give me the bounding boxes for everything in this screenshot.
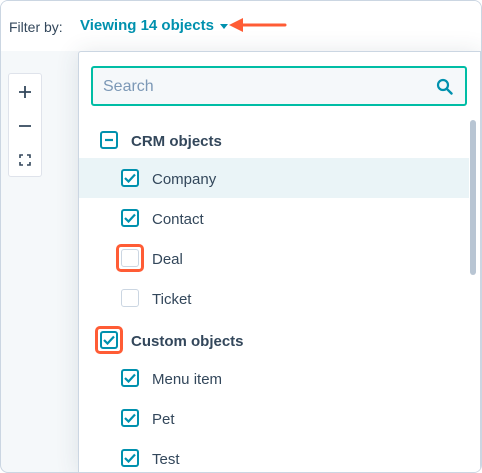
deal-checkbox[interactable] bbox=[121, 249, 139, 267]
minus-icon bbox=[19, 125, 31, 127]
list-item-deal[interactable]: Deal bbox=[79, 238, 469, 278]
filter-label: Filter by: bbox=[9, 19, 63, 35]
search-box bbox=[91, 66, 467, 106]
group-row-crm-objects[interactable]: CRM objects bbox=[79, 120, 469, 160]
group-label: CRM objects bbox=[131, 133, 222, 150]
list-item-label: Pet bbox=[152, 411, 175, 428]
list-item-company[interactable]: Company bbox=[79, 158, 469, 198]
list-item-label: Test bbox=[152, 451, 180, 468]
search-icon[interactable] bbox=[436, 78, 453, 95]
checkmark-icon bbox=[124, 453, 136, 463]
list-item-ticket[interactable]: Ticket bbox=[79, 278, 469, 318]
filter-objects-toggle[interactable]: Viewing 14 objects bbox=[80, 17, 228, 34]
list-item-label: Company bbox=[152, 171, 217, 188]
zoom-in-button[interactable] bbox=[9, 76, 41, 108]
checkmark-icon bbox=[124, 213, 136, 223]
fit-to-screen-button[interactable] bbox=[9, 144, 41, 176]
crm-objects-checkbox[interactable] bbox=[100, 131, 118, 149]
scrollbar-thumb[interactable] bbox=[470, 120, 476, 275]
custom-objects-checkbox[interactable] bbox=[100, 331, 118, 349]
company-checkbox[interactable] bbox=[121, 169, 139, 187]
test-checkbox[interactable] bbox=[121, 449, 139, 467]
ticket-checkbox[interactable] bbox=[121, 289, 139, 307]
list-item-contact[interactable]: Contact bbox=[79, 198, 469, 238]
search-input[interactable] bbox=[103, 76, 423, 98]
zoom-controls bbox=[8, 73, 42, 177]
zoom-out-button[interactable] bbox=[9, 110, 41, 142]
list-item-label: Deal bbox=[152, 251, 183, 268]
group-row-custom-objects[interactable]: Custom objects bbox=[79, 320, 469, 360]
filter-bar: Filter by: Viewing 14 objects bbox=[1, 1, 481, 51]
list-item-test[interactable]: Test bbox=[79, 438, 469, 472]
checkmark-icon bbox=[124, 173, 136, 183]
annotation-arrow-icon bbox=[229, 18, 287, 32]
indeterminate-icon bbox=[105, 138, 113, 142]
group-label: Custom objects bbox=[131, 333, 244, 350]
contact-checkbox[interactable] bbox=[121, 209, 139, 227]
checkmark-icon bbox=[103, 335, 115, 345]
app-frame: Filter by: Viewing 14 objects Search CRM… bbox=[0, 0, 482, 473]
pet-checkbox[interactable] bbox=[121, 409, 139, 427]
fit-to-screen-icon bbox=[19, 154, 31, 166]
checkmark-icon bbox=[124, 373, 136, 383]
list-item-label: Ticket bbox=[152, 291, 192, 308]
checkmark-icon bbox=[124, 413, 136, 423]
list-item-label: Contact bbox=[152, 211, 204, 228]
list-item-menu-item[interactable]: Menu item bbox=[79, 358, 469, 398]
list-item-pet[interactable]: Pet bbox=[79, 398, 469, 438]
filter-toggle-label: Viewing 14 objects bbox=[80, 17, 214, 34]
object-filter-dropdown: CRM objects Company Contact bbox=[78, 51, 481, 472]
plus-icon bbox=[19, 86, 31, 98]
list-item-label: Menu item bbox=[152, 371, 223, 388]
menu-item-checkbox[interactable] bbox=[121, 369, 139, 387]
